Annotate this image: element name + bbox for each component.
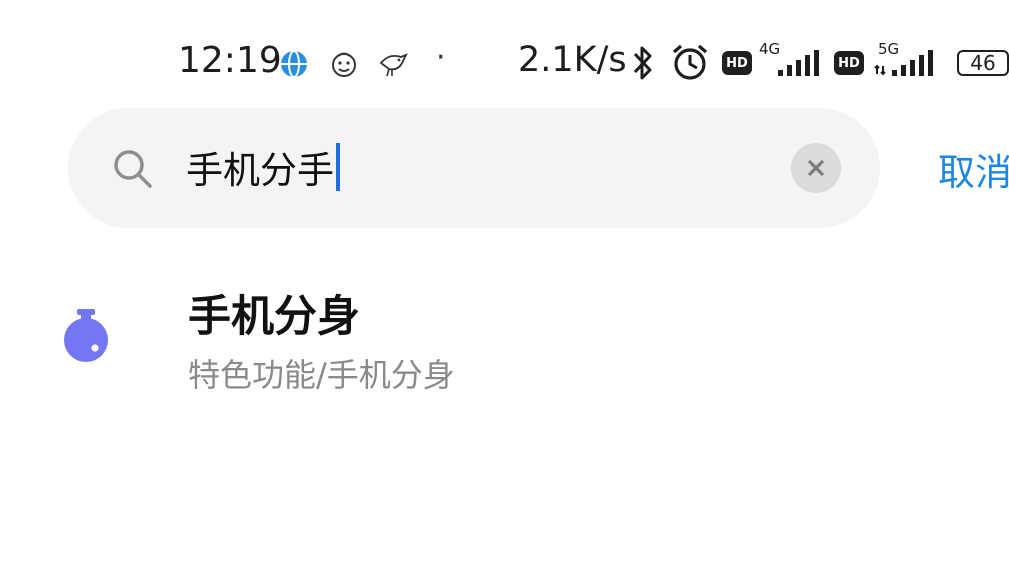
dual-apps-icon [62, 306, 110, 368]
signal-icon-sim2 [874, 48, 944, 78]
signal-icon-sim1 [776, 48, 824, 78]
face-icon [329, 49, 359, 79]
hd-badge-sim1: HD [722, 51, 752, 75]
bird-icon [377, 49, 409, 79]
status-bar: 12:19 · 2.1K/s HD 4G HD 5G 46 [0, 34, 1009, 92]
alarm-icon [670, 42, 710, 82]
status-time: 12:19 [178, 40, 282, 81]
close-icon [808, 160, 824, 176]
battery-level: 46 [957, 50, 1009, 76]
search-query: 手机分手 [186, 149, 334, 192]
result-path: 特色功能/手机分身 [188, 356, 455, 394]
text-caret [336, 143, 340, 191]
result-title: 手机分身 [188, 292, 360, 342]
search-input[interactable]: 手机分手 [186, 140, 340, 194]
bluetooth-icon [630, 44, 656, 82]
cancel-button[interactable]: 取消 [938, 142, 1009, 196]
search-icon [112, 148, 154, 194]
hd-badge-sim2: HD [834, 51, 864, 75]
search-result-item[interactable]: 手机分身 特色功能/手机分身 [0, 276, 1009, 406]
battery-icon: 46 [957, 50, 1009, 76]
clear-search-button[interactable] [791, 143, 841, 193]
network-speed: 2.1K/s [518, 40, 627, 80]
globe-icon [279, 49, 309, 79]
more-notifications-dot: · [436, 40, 446, 75]
